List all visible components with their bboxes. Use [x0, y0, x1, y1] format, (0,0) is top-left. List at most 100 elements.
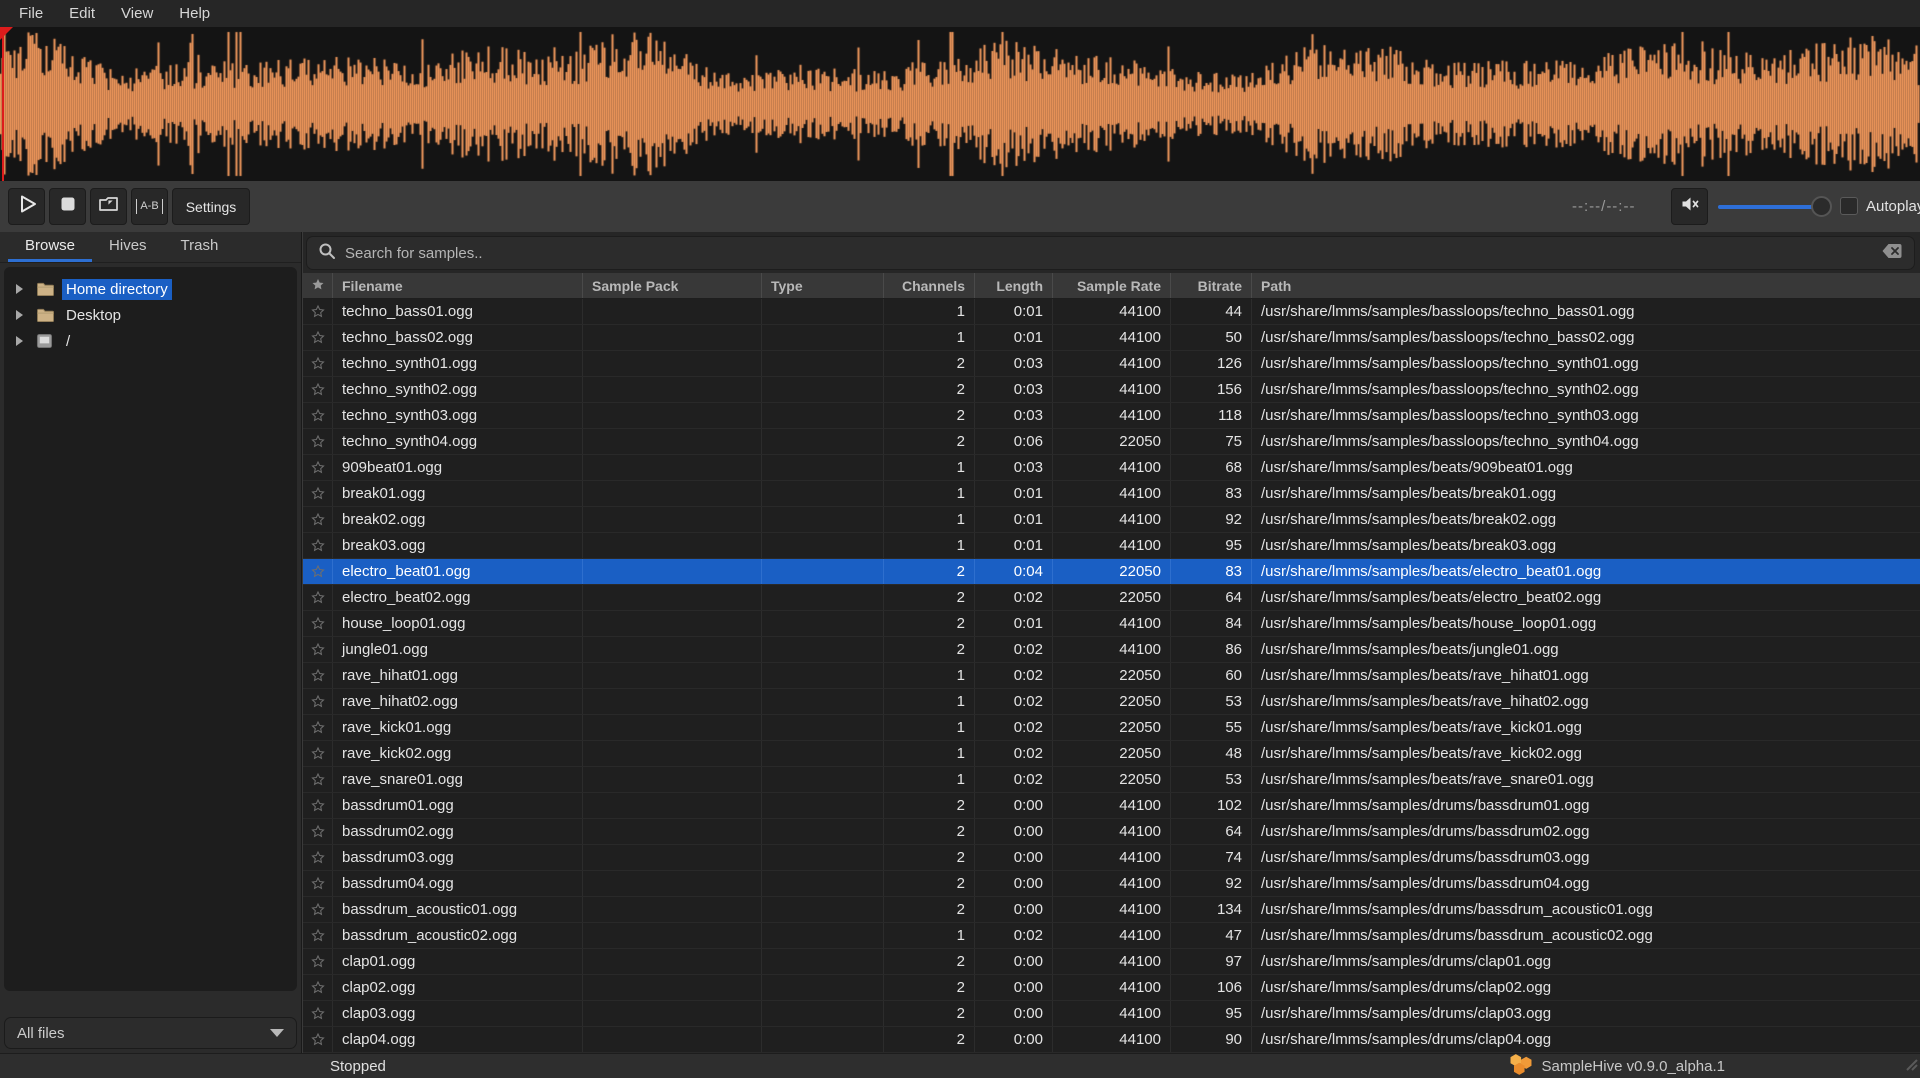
table-row[interactable]: techno_synth04.ogg20:062205075/usr/share… [303, 429, 1920, 455]
search-input[interactable] [345, 245, 1881, 262]
ab-loop-button[interactable]: A-B [131, 188, 168, 225]
column-header-bitrate[interactable]: Bitrate [1171, 273, 1252, 298]
expand-chevron-icon[interactable] [16, 336, 23, 346]
column-header-sample-pack[interactable]: Sample Pack [583, 273, 762, 298]
favorite-star-icon[interactable] [303, 819, 333, 844]
waveform-canvas[interactable] [0, 27, 1920, 181]
table-row[interactable]: bassdrum03.ogg20:004410074/usr/share/lmm… [303, 845, 1920, 871]
favorite-star-icon[interactable] [303, 637, 333, 662]
table-row[interactable]: techno_bass02.ogg10:014410050/usr/share/… [303, 325, 1920, 351]
waveform-panel[interactable] [0, 27, 1920, 181]
column-header-channels[interactable]: Channels [884, 273, 975, 298]
table-row[interactable]: 909beat01.ogg10:034410068/usr/share/lmms… [303, 455, 1920, 481]
volume-handle[interactable] [1811, 196, 1832, 217]
table-row[interactable]: techno_synth03.ogg20:0344100118/usr/shar… [303, 403, 1920, 429]
favorite-star-icon[interactable] [303, 949, 333, 974]
favorite-star-icon[interactable] [303, 923, 333, 948]
column-header-sample-rate[interactable]: Sample Rate [1053, 273, 1171, 298]
favorite-star-icon[interactable] [303, 403, 333, 428]
favorite-star-icon[interactable] [303, 871, 333, 896]
table-row[interactable]: electro_beat02.ogg20:022205064/usr/share… [303, 585, 1920, 611]
table-row[interactable]: bassdrum_acoustic02.ogg10:024410047/usr/… [303, 923, 1920, 949]
menu-item-help[interactable]: Help [166, 2, 223, 25]
menu-item-edit[interactable]: Edit [56, 2, 108, 25]
table-row[interactable]: bassdrum01.ogg20:0044100102/usr/share/lm… [303, 793, 1920, 819]
table-row[interactable]: rave_snare01.ogg10:022205053/usr/share/l… [303, 767, 1920, 793]
favorite-star-icon[interactable] [303, 507, 333, 532]
table-row[interactable]: bassdrum_acoustic01.ogg20:0044100134/usr… [303, 897, 1920, 923]
favorite-star-icon[interactable] [303, 741, 333, 766]
table-row[interactable]: house_loop01.ogg20:014410084/usr/share/l… [303, 611, 1920, 637]
table-row[interactable]: clap01.ogg20:004410097/usr/share/lmms/sa… [303, 949, 1920, 975]
favorites-column-header[interactable] [303, 273, 333, 298]
favorite-star-icon[interactable] [303, 715, 333, 740]
table-row[interactable]: break02.ogg10:014410092/usr/share/lmms/s… [303, 507, 1920, 533]
favorite-star-icon[interactable] [303, 845, 333, 870]
table-row[interactable]: clap02.ogg20:0044100106/usr/share/lmms/s… [303, 975, 1920, 1001]
table-row[interactable]: rave_kick02.ogg10:022205048/usr/share/lm… [303, 741, 1920, 767]
favorite-star-icon[interactable] [303, 1001, 333, 1026]
tree-item[interactable]: / [4, 328, 297, 354]
column-header-path[interactable]: Path [1252, 273, 1920, 298]
table-row[interactable]: rave_kick01.ogg10:022205055/usr/share/lm… [303, 715, 1920, 741]
favorite-star-icon[interactable] [303, 689, 333, 714]
favorite-star-icon[interactable] [303, 559, 333, 584]
column-header-type[interactable]: Type [762, 273, 884, 298]
search-field[interactable] [306, 236, 1915, 270]
resize-grip[interactable] [1902, 1055, 1918, 1076]
favorite-star-icon[interactable] [303, 481, 333, 506]
table-row[interactable]: bassdrum02.ogg20:004410064/usr/share/lmm… [303, 819, 1920, 845]
tab-hives[interactable]: Hives [92, 232, 164, 262]
table-row[interactable]: break03.ogg10:014410095/usr/share/lmms/s… [303, 533, 1920, 559]
table-row[interactable]: clap04.ogg20:004410090/usr/share/lmms/sa… [303, 1027, 1920, 1053]
volume-slider[interactable] [1718, 195, 1830, 218]
table-row[interactable]: rave_hihat02.ogg10:022205053/usr/share/l… [303, 689, 1920, 715]
loop-sample-button[interactable] [90, 188, 127, 225]
favorite-star-icon[interactable] [303, 793, 333, 818]
tab-trash[interactable]: Trash [164, 232, 236, 262]
favorite-star-icon[interactable] [303, 585, 333, 610]
column-header-length[interactable]: Length [975, 273, 1053, 298]
stop-button[interactable] [49, 188, 86, 225]
tree-item[interactable]: Desktop [4, 302, 297, 328]
expand-chevron-icon[interactable] [16, 284, 23, 294]
favorite-star-icon[interactable] [303, 533, 333, 558]
table-row[interactable]: techno_synth01.ogg20:0344100126/usr/shar… [303, 351, 1920, 377]
settings-button[interactable]: Settings [172, 188, 250, 225]
menu-item-view[interactable]: View [108, 2, 166, 25]
table-row[interactable]: break01.ogg10:014410083/usr/share/lmms/s… [303, 481, 1920, 507]
favorite-star-icon[interactable] [303, 663, 333, 688]
favorite-star-icon[interactable] [303, 767, 333, 792]
table-row[interactable]: electro_beat01.ogg20:042205083/usr/share… [303, 559, 1920, 585]
expand-chevron-icon[interactable] [16, 310, 23, 320]
favorite-star-icon[interactable] [303, 325, 333, 350]
favorite-star-icon[interactable] [303, 299, 333, 324]
tab-browse[interactable]: Browse [8, 232, 92, 262]
favorite-star-icon[interactable] [303, 351, 333, 376]
favorite-star-icon[interactable] [303, 611, 333, 636]
table-row[interactable]: jungle01.ogg20:024410086/usr/share/lmms/… [303, 637, 1920, 663]
favorite-star-icon[interactable] [303, 377, 333, 402]
mute-button[interactable] [1671, 188, 1708, 225]
favorite-star-icon[interactable] [303, 455, 333, 480]
autoplay-checkbox[interactable] [1840, 197, 1858, 215]
tree-item[interactable]: Home directory [4, 276, 297, 302]
playhead-marker-icon[interactable] [0, 27, 13, 40]
favorite-star-icon[interactable] [303, 429, 333, 454]
column-header-filename[interactable]: Filename [333, 273, 583, 298]
menu-item-file[interactable]: File [6, 2, 56, 25]
cell-sample-rate: 44100 [1053, 923, 1171, 948]
table-row[interactable]: techno_bass01.ogg10:014410044/usr/share/… [303, 299, 1920, 325]
table-row[interactable]: rave_hihat01.ogg10:022205060/usr/share/l… [303, 663, 1920, 689]
table-row[interactable]: bassdrum04.ogg20:004410092/usr/share/lmm… [303, 871, 1920, 897]
table-row[interactable]: clap03.ogg20:004410095/usr/share/lmms/sa… [303, 1001, 1920, 1027]
play-button[interactable] [8, 188, 45, 225]
clear-search-icon[interactable] [1881, 242, 1903, 265]
file-filter-dropdown[interactable]: All files [4, 1017, 297, 1049]
favorite-star-icon[interactable] [303, 1027, 333, 1052]
cell-sample-pack [583, 741, 762, 766]
favorite-star-icon[interactable] [303, 897, 333, 922]
table-row[interactable]: techno_synth02.ogg20:0344100156/usr/shar… [303, 377, 1920, 403]
favorite-star-icon[interactable] [303, 975, 333, 1000]
cell-bitrate: 83 [1171, 559, 1252, 584]
